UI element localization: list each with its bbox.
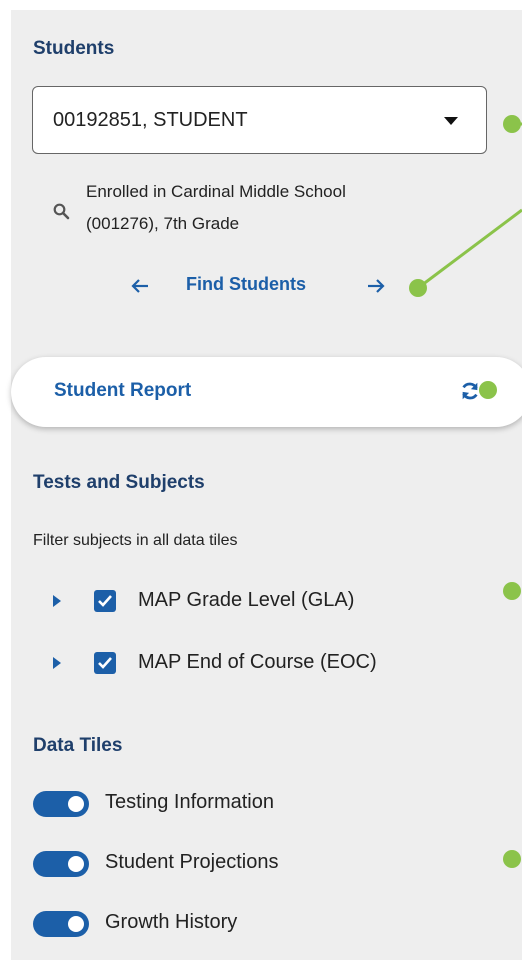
callout-dot-report	[479, 381, 497, 399]
callout-dot-select	[503, 115, 521, 133]
callout-dot-find	[409, 279, 427, 297]
callout-dot-tests	[503, 582, 521, 600]
callout-lines	[417, 122, 522, 290]
callout-line-find	[417, 208, 522, 290]
callout-dot-tiles	[503, 850, 521, 868]
